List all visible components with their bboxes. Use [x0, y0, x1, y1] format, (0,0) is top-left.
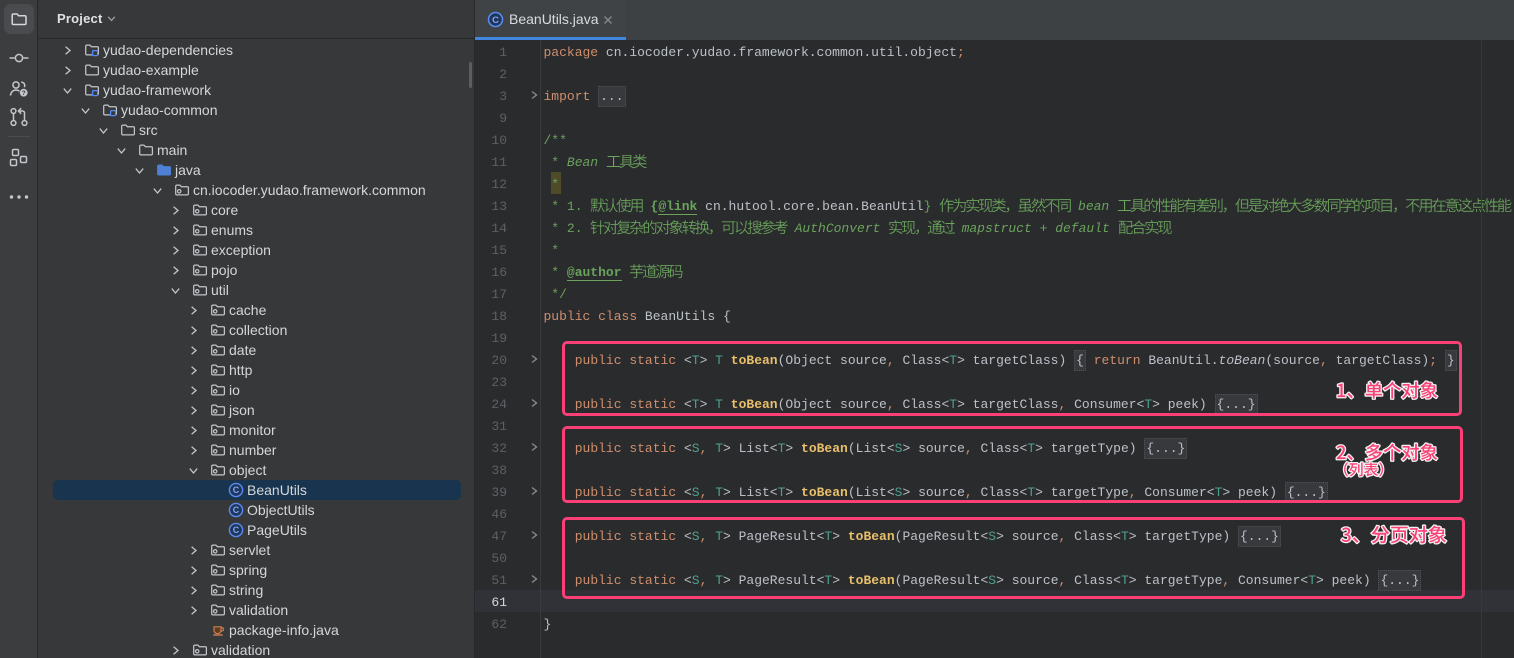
svg-text:C: C — [233, 505, 240, 515]
svg-text:?: ? — [22, 90, 26, 97]
svg-text:C: C — [492, 15, 499, 26]
svg-text:C: C — [233, 525, 240, 535]
svg-text:C: C — [233, 485, 240, 495]
